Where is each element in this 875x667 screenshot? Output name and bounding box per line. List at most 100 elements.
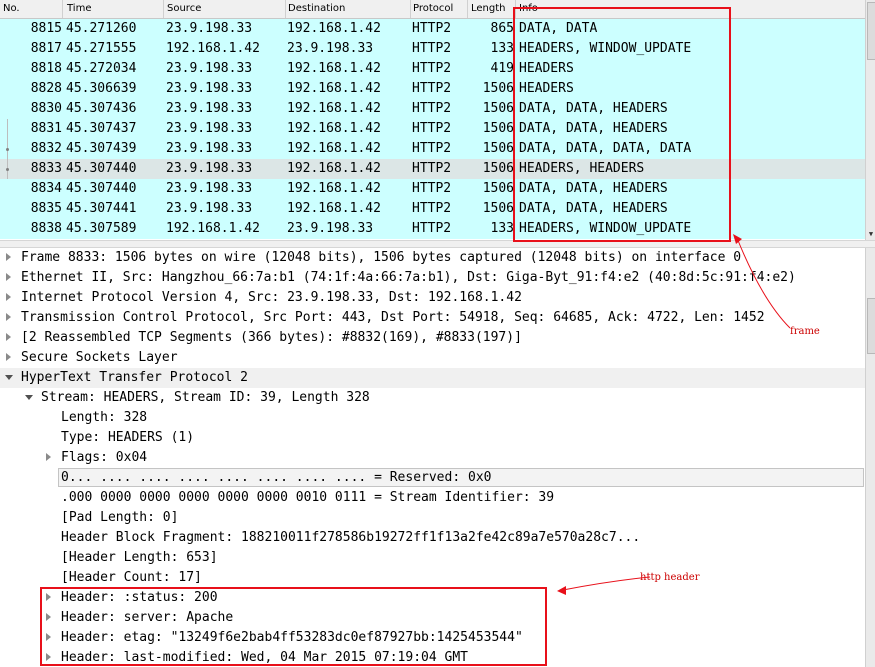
tree-item-pad-length[interactable]: [Pad Length: 0]	[0, 508, 865, 528]
cell-source: 23.9.198.33	[166, 101, 253, 116]
cell-protocol: HTTP2	[412, 101, 452, 116]
cell-time: 45.307441	[66, 201, 137, 216]
column-separator[interactable]	[467, 0, 468, 18]
cell-time: 45.307436	[66, 101, 137, 116]
column-header-length[interactable]: Length	[471, 3, 506, 14]
packet-row[interactable]: 8834 45.307440 23.9.198.33 192.168.1.42 HTTP…	[0, 179, 865, 199]
cell-destination: 192.168.1.42	[287, 141, 381, 156]
tree-item-ssl[interactable]: Secure Sockets Layer	[0, 348, 865, 368]
cell-length: 1506	[482, 121, 514, 136]
tree-item-label: Ethernet II, Src: Hangzhou_66:7a:b1 (74:…	[21, 270, 796, 285]
column-separator[interactable]	[163, 0, 164, 18]
tree-item-reassembled[interactable]: [2 Reassembled TCP Segments (366 bytes):…	[0, 328, 865, 348]
column-separator[interactable]	[62, 0, 63, 18]
column-header-source[interactable]: Source	[167, 3, 201, 14]
scrollbar-thumb[interactable]	[867, 298, 875, 354]
cell-source: 23.9.198.33	[166, 201, 253, 216]
cell-time: 45.271260	[66, 21, 137, 36]
annotation-frame-label: frame	[790, 326, 820, 337]
cell-protocol: HTTP2	[412, 61, 452, 76]
cell-destination: 23.9.198.33	[287, 221, 374, 236]
column-header-no[interactable]: No.	[3, 3, 20, 14]
tree-item-label: Frame 8833: 1506 bytes on wire (12048 bi…	[21, 250, 742, 265]
tree-item-header-count[interactable]: [Header Count: 17]	[0, 568, 865, 588]
packet-row[interactable]: 8832 45.307439 23.9.198.33 192.168.1.42 HTTP…	[0, 139, 865, 159]
cell-protocol: HTTP2	[412, 141, 452, 156]
cell-source: 23.9.198.33	[166, 121, 253, 136]
tree-item-stream[interactable]: Stream: HEADERS, Stream ID: 39, Length 3…	[0, 388, 865, 408]
expand-arrow-icon[interactable]	[46, 453, 51, 461]
packet-row[interactable]: 8828 45.306639 23.9.198.33 192.168.1.42 HTTP…	[0, 79, 865, 99]
cell-protocol: HTTP2	[412, 181, 452, 196]
expand-arrow-icon[interactable]	[6, 353, 11, 361]
annotation-headers-box	[40, 587, 547, 666]
cell-length: 865	[490, 21, 514, 36]
column-header-destination[interactable]: Destination	[288, 3, 345, 14]
column-separator[interactable]	[410, 0, 411, 18]
packet-row[interactable]: 8818 45.272034 23.9.198.33 192.168.1.42 HTTP…	[0, 59, 865, 79]
collapse-arrow-icon[interactable]	[25, 395, 33, 400]
tree-item-reserved[interactable]: 0... .... .... .... .... .... .... .... …	[0, 468, 865, 488]
tree-item-stream-id[interactable]: .000 0000 0000 0000 0000 0000 0010 0111 …	[0, 488, 865, 508]
cell-no: 8815	[30, 21, 62, 36]
tree-item-tcp[interactable]: Transmission Control Protocol, Src Port:…	[0, 308, 865, 328]
cell-length: 1506	[482, 81, 514, 96]
cell-destination: 192.168.1.42	[287, 121, 381, 136]
packet-list-scrollbar[interactable]: ▼	[865, 0, 875, 240]
column-header-time[interactable]: Time	[67, 3, 91, 14]
tree-item-label: Type: HEADERS (1)	[61, 430, 195, 445]
cell-destination: 192.168.1.42	[287, 21, 381, 36]
tree-item-frame[interactable]: Frame 8833: 1506 bytes on wire (12048 bi…	[0, 248, 865, 268]
scroll-down-arrow-icon[interactable]: ▼	[867, 230, 875, 238]
expand-arrow-icon[interactable]	[6, 333, 11, 341]
pane-splitter[interactable]	[0, 240, 875, 248]
tree-item-label: 0... .... .... .... .... .... .... .... …	[61, 470, 492, 485]
cell-destination: 192.168.1.42	[287, 101, 381, 116]
tree-item-label: [Header Count: 17]	[61, 570, 202, 585]
cell-no: 8833	[30, 161, 62, 176]
cell-length: 1506	[482, 161, 514, 176]
packet-row[interactable]: 8838 45.307589 192.168.1.42 23.9.198.33 HTTP…	[0, 219, 865, 239]
tree-item-label: [Header Length: 653]	[61, 550, 218, 565]
cell-length: 1506	[482, 181, 514, 196]
packet-row[interactable]: 8815 45.271260 23.9.198.33 192.168.1.42 HTTP…	[0, 19, 865, 39]
annotation-http-header-label: http header	[640, 572, 700, 583]
tree-item-ip[interactable]: Internet Protocol Version 4, Src: 23.9.1…	[0, 288, 865, 308]
scrollbar-thumb[interactable]	[867, 2, 875, 60]
expand-arrow-icon[interactable]	[6, 273, 11, 281]
expand-arrow-icon[interactable]	[6, 293, 11, 301]
tree-item-header-block-fragment[interactable]: Header Block Fragment: 188210011f278586b…	[0, 528, 865, 548]
tree-item-http2[interactable]: HyperText Transfer Protocol 2	[0, 368, 865, 388]
column-separator[interactable]	[285, 0, 286, 18]
packet-row[interactable]: 8833 45.307440 23.9.198.33 192.168.1.42 HTTP…	[0, 159, 865, 179]
tree-item-label: Length: 328	[61, 410, 148, 425]
details-scrollbar[interactable]	[865, 248, 875, 667]
tree-item-header-length[interactable]: [Header Length: 653]	[0, 548, 865, 568]
cell-source: 23.9.198.33	[166, 161, 253, 176]
cell-source: 23.9.198.33	[166, 141, 253, 156]
packet-row[interactable]: 8817 45.271555 192.168.1.42 23.9.198.33 HTTP…	[0, 39, 865, 59]
packet-row[interactable]: 8835 45.307441 23.9.198.33 192.168.1.42 HTTP…	[0, 199, 865, 219]
tree-item-type[interactable]: Type: HEADERS (1)	[0, 428, 865, 448]
cell-protocol: HTTP2	[412, 161, 452, 176]
tree-item-ethernet[interactable]: Ethernet II, Src: Hangzhou_66:7a:b1 (74:…	[0, 268, 865, 288]
tree-item-flags[interactable]: Flags: 0x04	[0, 448, 865, 468]
cell-no: 8828	[30, 81, 62, 96]
packet-row[interactable]: 8830 45.307436 23.9.198.33 192.168.1.42 HTTP…	[0, 99, 865, 119]
cell-destination: 192.168.1.42	[287, 81, 381, 96]
tree-item-label: Transmission Control Protocol, Src Port:…	[21, 310, 765, 325]
column-header-protocol[interactable]: Protocol	[413, 3, 453, 14]
tree-item-label: HyperText Transfer Protocol 2	[21, 370, 248, 385]
cell-protocol: HTTP2	[412, 221, 452, 236]
expand-arrow-icon[interactable]	[6, 253, 11, 261]
cell-time: 45.307439	[66, 141, 137, 156]
packet-list-pane[interactable]: No. Time Source Destination Protocol Len…	[0, 0, 865, 240]
cell-destination: 192.168.1.42	[287, 61, 381, 76]
packet-row[interactable]: 8831 45.307437 23.9.198.33 192.168.1.42 HTTP…	[0, 119, 865, 139]
packet-list-column-header: No. Time Source Destination Protocol Len…	[0, 0, 865, 19]
cell-time: 45.307440	[66, 161, 137, 176]
expand-arrow-icon[interactable]	[6, 313, 11, 321]
tree-item-length[interactable]: Length: 328	[0, 408, 865, 428]
tree-item-label: [2 Reassembled TCP Segments (366 bytes):…	[21, 330, 522, 345]
collapse-arrow-icon[interactable]	[5, 375, 13, 380]
